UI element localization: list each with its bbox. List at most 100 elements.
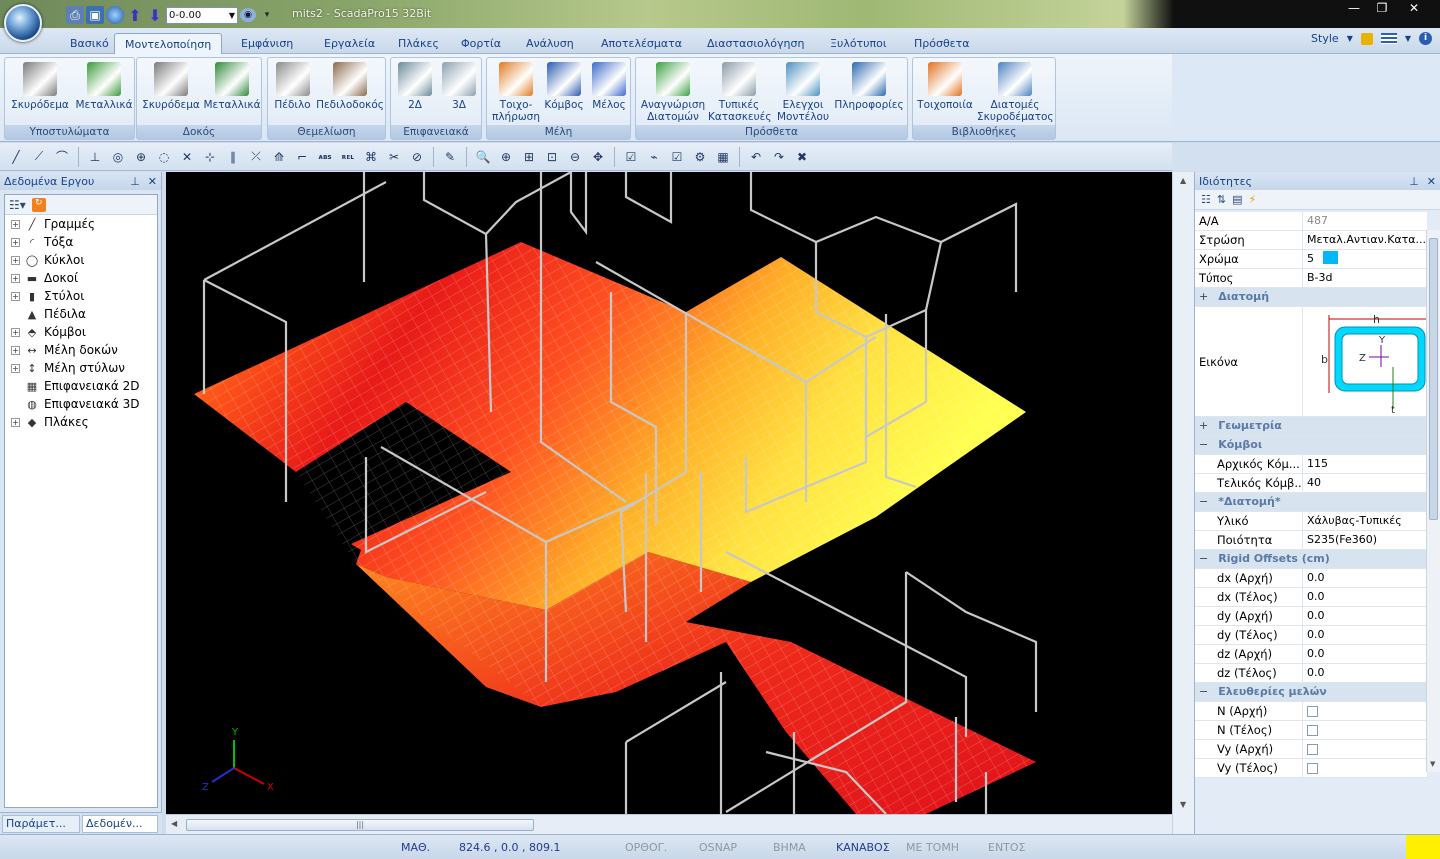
close-icon[interactable]: ✕	[148, 175, 157, 188]
level-select[interactable]: 0-0.00 ▼	[166, 6, 238, 24]
insert-icon[interactable]: ⌘	[361, 147, 381, 167]
eye-icon[interactable]: ◉	[240, 8, 256, 22]
property-value[interactable]: 0.0	[1303, 626, 1427, 644]
property-category[interactable]: + Διατομή	[1195, 288, 1427, 307]
grid-check-icon[interactable]: ▦	[713, 147, 733, 167]
scroll-thumb[interactable]: |||	[186, 819, 534, 831]
expand-icon[interactable]: +	[11, 291, 20, 301]
expand-icon[interactable]: +	[11, 255, 20, 265]
ribbon-button-6-4[interactable]: Πληροφορίες	[832, 60, 906, 111]
status-toggle[interactable]: ΚΑΝΑΒΟΣ	[836, 841, 890, 854]
property-row[interactable]: Εικόνα h b Y Zt	[1195, 307, 1427, 417]
qat-more-icon[interactable]: ▾	[258, 6, 276, 24]
property-row[interactable]: Αρχικός Κόμ... 115	[1195, 455, 1427, 474]
tree-item[interactable]: ◍ Επιφανειακά 3D	[5, 395, 157, 413]
arrow-up-icon[interactable]: ⬆	[126, 6, 144, 25]
scroll-thumb[interactable]	[1429, 238, 1438, 520]
pin-icon[interactable]: ⊥	[130, 175, 140, 188]
zoom-in-icon[interactable]: ⊕	[496, 147, 516, 167]
extension-icon[interactable]: ⤫	[246, 147, 266, 167]
property-row[interactable]: Υλικό Χάλυβας-Τυπικές	[1195, 512, 1427, 531]
ribbon-button-2-1[interactable]: Σκυρόδεμα	[140, 60, 202, 111]
expand-icon[interactable]: −	[1199, 438, 1208, 451]
lock-icon[interactable]	[1360, 32, 1373, 45]
ribbon-button-4-1[interactable]: 2Δ	[395, 60, 435, 111]
sort-az-icon[interactable]: ⇅	[1217, 193, 1226, 206]
zoom-out-icon[interactable]: ⊖	[565, 147, 585, 167]
tab-1[interactable]: Βασικό	[60, 33, 119, 54]
property-row[interactable]: Χρώμα 5	[1195, 250, 1427, 269]
property-value[interactable]: 115	[1303, 455, 1427, 473]
ribbon-button-5-2[interactable]: Κόμβος	[541, 60, 587, 111]
tree-item[interactable]: + ↔ Μέλη δοκών	[5, 341, 157, 359]
tangent-icon[interactable]: ◌	[154, 147, 174, 167]
property-category[interactable]: + Γεωμετρία	[1195, 417, 1427, 436]
zoom-all-icon[interactable]: ⊡	[542, 147, 562, 167]
close-icon[interactable]: ✕	[1427, 175, 1436, 188]
ribbon-button-6-1[interactable]: Αναγνώριση Διατομών	[638, 60, 708, 123]
property-row[interactable]: dz (Αρχή) 0.0	[1195, 645, 1427, 664]
tab-6[interactable]: Φορτία	[451, 33, 511, 54]
property-value[interactable]: 0.0	[1303, 607, 1427, 625]
ribbon-button-2-2[interactable]: Μεταλλικά	[202, 60, 262, 111]
checkbox[interactable]	[1307, 744, 1318, 755]
arrow-down-icon[interactable]: ⬇	[146, 6, 164, 25]
parallel-icon[interactable]: ∥	[223, 147, 243, 167]
close-icon[interactable]: ✕	[1400, 0, 1428, 16]
property-value[interactable]: h b Y Zt	[1303, 307, 1427, 416]
tree-item[interactable]: + ╱ Γραμμές	[5, 215, 157, 233]
property-row[interactable]: dz (Τέλος) 0.0	[1195, 664, 1427, 683]
events-icon[interactable]: ⚡	[1249, 193, 1257, 206]
maximize-icon[interactable]: ❐	[1368, 0, 1396, 16]
property-category[interactable]: − Κόμβοι	[1195, 436, 1427, 455]
center-icon[interactable]: ⊕	[131, 147, 151, 167]
redo-icon[interactable]: ↷	[769, 147, 789, 167]
status-toggle[interactable]: ΕΝΤΟΣ	[988, 841, 1026, 854]
property-row[interactable]: dy (Αρχή) 0.0	[1195, 607, 1427, 626]
tree-item[interactable]: + ↕ Μέλη στύλων	[5, 359, 157, 377]
expand-icon[interactable]: +	[11, 273, 20, 283]
tab-4[interactable]: Εργαλεία	[314, 33, 385, 54]
arc-tool-icon[interactable]: ⌒	[52, 147, 72, 167]
tab-parameters[interactable]: Παράμετ...	[2, 815, 80, 833]
line-tool-icon[interactable]: ╱	[6, 147, 26, 167]
expand-icon[interactable]: +	[1199, 290, 1208, 303]
scroll-down-icon[interactable]: ▼	[1180, 800, 1186, 809]
scroll-down-icon[interactable]: ▼	[1430, 760, 1435, 768]
property-row[interactable]: Vy (Τέλος)	[1195, 759, 1427, 778]
property-row[interactable]: N (Τέλος)	[1195, 721, 1427, 740]
property-value[interactable]: 0.0	[1303, 645, 1427, 663]
ribbon-button-3-2[interactable]: Πεδιλοδοκός	[314, 60, 386, 111]
property-row[interactable]: Α/Α 487	[1195, 212, 1427, 231]
tab-10[interactable]: Ξυλότυποι	[820, 33, 897, 54]
property-category[interactable]: − *Διατομή*	[1195, 493, 1427, 512]
property-value[interactable]: B-3d	[1303, 269, 1427, 287]
categorized-icon[interactable]: ☷	[1201, 193, 1211, 206]
status-toggle[interactable]: ΜΕ ΤΟΜΗ	[906, 841, 959, 854]
save-icon[interactable]: ▣	[86, 6, 104, 24]
polyline-tool-icon[interactable]: ⟋	[29, 147, 49, 167]
ribbon-button-5-1[interactable]: Τοιχο-πλήρωση	[491, 60, 541, 123]
check2-icon[interactable]: ☑	[667, 147, 687, 167]
property-value[interactable]: Μεταλ.Αντιαν.Κατα...	[1303, 231, 1427, 249]
tab-project-data[interactable]: Δεδομέν...	[82, 815, 158, 833]
property-value[interactable]	[1303, 759, 1427, 777]
tree-item[interactable]: + ▮ Στύλοι	[5, 287, 157, 305]
tree-item[interactable]: + ⬘ Κόμβοι	[5, 323, 157, 341]
property-row[interactable]: Ποιότητα S235(Fe360)	[1195, 531, 1427, 550]
pan-icon[interactable]: ✥	[588, 147, 608, 167]
ribbon-button-1-2[interactable]: Μεταλλικά	[73, 60, 135, 111]
circle-tool-icon[interactable]: ◎	[108, 147, 128, 167]
property-row[interactable]: dx (Τέλος) 0.0	[1195, 588, 1427, 607]
tab-8[interactable]: Αποτελέσματα	[591, 33, 692, 54]
tab-2[interactable]: Μοντελοποίηση	[114, 33, 223, 54]
clear-icon[interactable]: ⊘	[407, 147, 427, 167]
model-viewport[interactable]: Y X Z	[166, 172, 1172, 814]
property-value[interactable]: 0.0	[1303, 664, 1427, 682]
rel-icon[interactable]: ʀᴇʟ	[338, 147, 358, 167]
expand-icon[interactable]: +	[11, 363, 20, 373]
status-toggle[interactable]: OSNAP	[699, 841, 737, 854]
help-icon[interactable]: i	[1419, 32, 1432, 45]
property-value[interactable]: 0.0	[1303, 569, 1427, 587]
property-category[interactable]: − Rigid Offsets (cm)	[1195, 550, 1427, 569]
